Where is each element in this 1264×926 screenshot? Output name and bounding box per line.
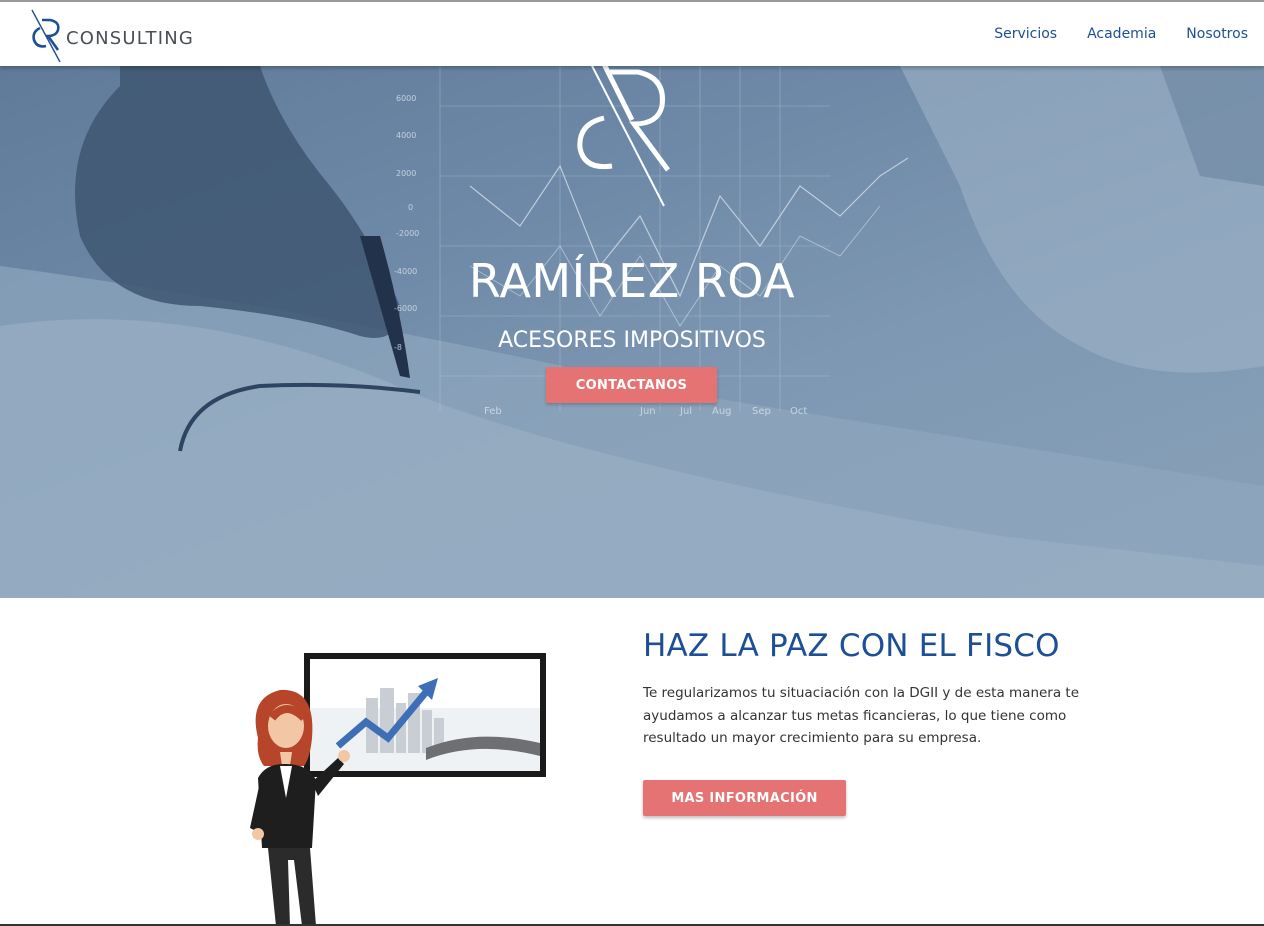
section-description: Te regularizamos tu situaciación con la … bbox=[643, 685, 1080, 746]
navbar: CONSULTING Servicios Academia Nosotros bbox=[0, 0, 1264, 66]
chart-x-tick: Jun bbox=[639, 406, 656, 417]
main-nav: Servicios Academia Nosotros bbox=[994, 26, 1248, 42]
hero-banner: 6000 4000 2000 0 -2000 -4000 -6000 -8 Fe… bbox=[0, 66, 1264, 598]
hero-title: RAMÍREZ ROA bbox=[468, 254, 796, 308]
businesswoman-presentation-illustration bbox=[250, 653, 546, 926]
chart-x-tick: Oct bbox=[790, 406, 807, 417]
rr-hero-logo-icon bbox=[577, 66, 671, 207]
brand-text: CONSULTING bbox=[66, 27, 195, 49]
chart-x-tick: Jul bbox=[679, 406, 692, 417]
chart-y-tick: 4000 bbox=[396, 131, 416, 140]
more-info-button[interactable]: MAS INFORMACIÓN bbox=[643, 780, 846, 816]
chart-x-tick: Aug bbox=[712, 406, 732, 417]
chart-x-tick: Feb bbox=[484, 406, 502, 417]
chart-y-tick: 0 bbox=[408, 203, 413, 212]
hero-subtitle: ACESORES IMPOSITIVOS bbox=[498, 328, 766, 353]
rr-logo-icon bbox=[31, 9, 61, 63]
chart-y-tick: -2000 bbox=[396, 229, 419, 238]
nav-link-academia[interactable]: Academia bbox=[1087, 26, 1156, 42]
section-title: HAZ LA PAZ CON EL FISCO bbox=[643, 628, 1060, 664]
brand-logo[interactable]: CONSULTING bbox=[28, 6, 194, 64]
nav-link-servicios[interactable]: Servicios bbox=[994, 26, 1057, 42]
fisco-section: HAZ LA PAZ CON EL FISCO Te regularizamos… bbox=[0, 598, 1264, 926]
contact-button[interactable]: CONTACTANOS bbox=[546, 367, 717, 403]
chart-y-tick: 2000 bbox=[396, 169, 416, 178]
nav-link-nosotros[interactable]: Nosotros bbox=[1186, 26, 1248, 42]
chart-y-tick: 6000 bbox=[396, 94, 416, 103]
chart-x-tick: Sep bbox=[752, 406, 771, 417]
